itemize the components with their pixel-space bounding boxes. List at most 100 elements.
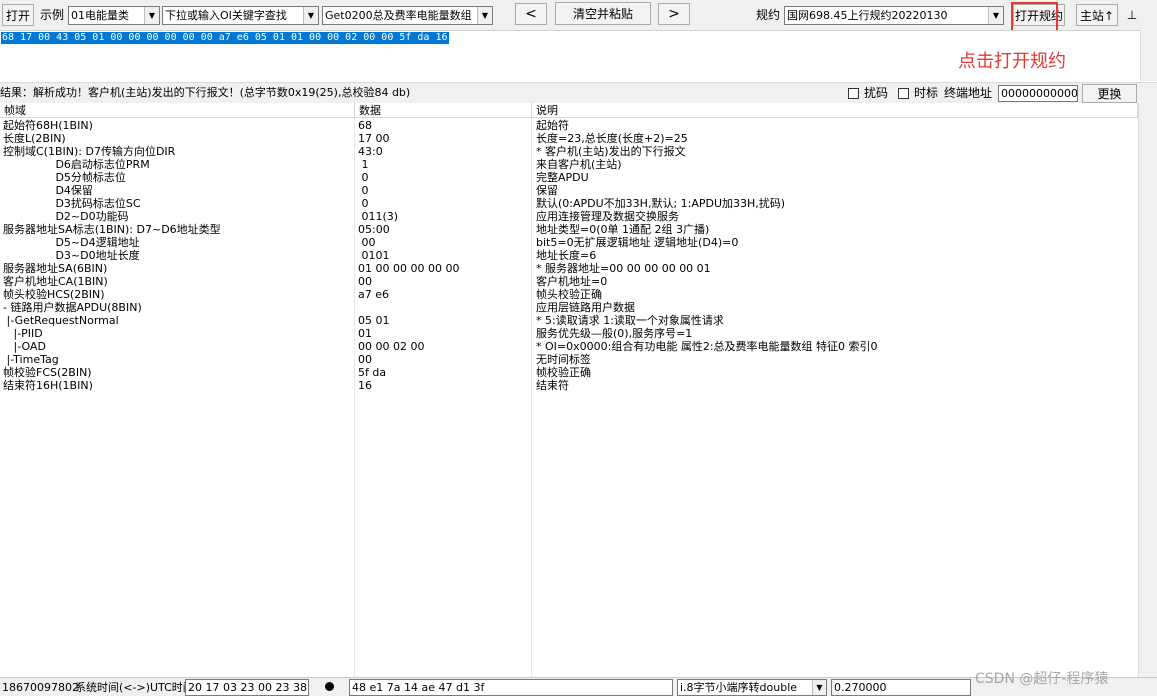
data-cell: 01 00 00 00 00 00 xyxy=(358,262,460,275)
highlight-box xyxy=(1011,2,1058,32)
field-cell: 起始符68H(1BIN) xyxy=(3,119,93,132)
desc-cell: 默认(0:APDU不加33H,默认; 1:APDU加33H,扰码) xyxy=(536,197,786,210)
table-row[interactable]: |-OAD 00 00 02 00 * OI=0x0000:组合有功电能 属性2:总… xyxy=(0,340,1138,353)
field-cell: D5分帧标志位 xyxy=(3,171,126,184)
data-cell: 01 xyxy=(358,327,372,340)
field-cell: D4保留 xyxy=(3,184,93,197)
data-cell: 0 xyxy=(358,184,369,197)
table-row[interactable]: |-TimeTag 00 无时间标签 xyxy=(0,353,1138,366)
parse-table: 帧域 数据 说明 起始符68H(1BIN) 68 起始符 长度L(2BIN) 17 00… xyxy=(0,103,1138,677)
interference-label: 扰码 xyxy=(864,86,889,100)
table-row[interactable]: 服务器地址SA(6BIN) 01 00 00 00 00 00 * 服务器地址=00… xyxy=(0,262,1138,275)
data-cell: 17 00 xyxy=(358,132,390,145)
field-cell: 结束符16H(1BIN) xyxy=(3,379,93,392)
data-cell: 05 01 xyxy=(358,314,390,327)
table-body: 起始符68H(1BIN) 68 起始符 长度L(2BIN) 17 00 长度=23,总长度… xyxy=(0,119,1138,392)
table-row[interactable]: 服务器地址SA标志(1BIN): D7~D6地址类型 05:00 地址类型=0(0单… xyxy=(0,223,1138,236)
column-header-data[interactable]: 数据 xyxy=(355,103,532,118)
pin-button[interactable]: ⊥ xyxy=(1124,4,1140,26)
desc-cell: * OI=0x0000:组合有功电能 属性2:总及费率电能量数组 特征0 索引0 xyxy=(536,340,878,353)
protocol-select[interactable]: 国网698.45上行规约20220130 ▼ xyxy=(784,6,1004,25)
data-cell: 5f da xyxy=(358,366,387,379)
hex-selected-text[interactable]: 68 17 00 43 05 01 00 00 00 00 00 00 a7 e… xyxy=(1,32,449,44)
interference-checkbox[interactable] xyxy=(848,88,859,99)
table-row[interactable]: 结束符16H(1BIN) 16 结束符 xyxy=(0,379,1138,392)
record-icon[interactable] xyxy=(325,682,334,691)
desc-cell: * 5:读取请求 1:读取一个对象属性请求 xyxy=(536,314,724,327)
data-cell: 16 xyxy=(358,379,372,392)
result-value-input[interactable]: 0.270000 xyxy=(831,679,971,696)
data-cell: 00 xyxy=(358,353,372,366)
desc-cell: 客户机地址=0 xyxy=(536,275,608,288)
prev-button[interactable]: < xyxy=(515,3,547,25)
time-input[interactable]: 20 17 03 23 00 23 38 xyxy=(185,679,309,696)
table-row[interactable]: - 链路用户数据APDU(8BIN) 应用层链路用户数据 xyxy=(0,301,1138,314)
data-cell: 0 xyxy=(358,171,369,184)
desc-cell: 长度=23,总长度(长度+2)=25 xyxy=(536,132,688,145)
data-cell: 011(3) xyxy=(358,210,399,223)
table-row[interactable]: 帧校验FCS(2BIN) 5f da 帧校验正确 xyxy=(0,366,1138,379)
table-row[interactable]: D2~D0功能码 011(3) 应用连接管理及数据交换服务 xyxy=(0,210,1138,223)
table-row[interactable]: D3扰码标志位SC 0 默认(0:APDU不加33H,默认; 1:APDU加33H… xyxy=(0,197,1138,210)
table-row[interactable]: D4保留 0 保留 xyxy=(0,184,1138,197)
column-header-desc[interactable]: 说明 xyxy=(532,103,1138,118)
open-button[interactable]: 打开 xyxy=(2,4,34,26)
table-scrollbar[interactable] xyxy=(1138,103,1157,677)
desc-cell: 来自客户机(主站) xyxy=(536,158,622,171)
chevron-down-icon: ▼ xyxy=(988,7,1003,24)
table-row[interactable]: |-GetRequestNormal 05 01 * 5:读取请求 1:读取一个对象… xyxy=(0,314,1138,327)
field-cell: D3扰码标志位SC xyxy=(3,197,141,210)
table-row[interactable]: D5~D4逻辑地址 00 bit5=0无扩展逻辑地址 逻辑地址(D4)=0 xyxy=(0,236,1138,249)
table-row[interactable]: 起始符68H(1BIN) 68 起始符 xyxy=(0,119,1138,132)
table-header: 帧域 数据 说明 xyxy=(0,103,1138,118)
master-button[interactable]: 主站↑ xyxy=(1076,4,1118,26)
field-cell: 帧校验FCS(2BIN) xyxy=(3,366,92,379)
example-select[interactable]: 01电能量类 ▼ xyxy=(68,6,160,25)
convert-select[interactable]: i.8字节小端序转double ▼ xyxy=(677,679,827,696)
data-cell: 43:0 xyxy=(358,145,383,158)
table-row[interactable]: 客户机地址CA(1BIN) 00 客户机地址=0 xyxy=(0,275,1138,288)
time-label: 系统时间(<->)UTC时间 xyxy=(75,681,194,694)
data-cell: 00 00 02 00 xyxy=(358,340,425,353)
desc-cell: 帧头校验正确 xyxy=(536,288,602,301)
toolbar: 打开 示例 01电能量类 ▼ 下拉或输入OI关键字查找 ▼ Get0200总及费率电… xyxy=(0,0,1157,30)
data-cell: 0 xyxy=(358,197,369,210)
table-row[interactable]: D6启动标志位PRM 1 来自客户机(主站) xyxy=(0,158,1138,171)
hex-value-input[interactable]: 48 e1 7a 14 ae 47 d1 3f xyxy=(349,679,673,696)
example-label: 示例 xyxy=(40,8,65,22)
hex-scrollbar[interactable] xyxy=(1140,30,1157,81)
data-cell: 00 xyxy=(358,236,376,249)
next-button[interactable]: > xyxy=(658,3,690,25)
desc-cell: 地址类型=0(0单 1通配 2组 3广播) xyxy=(536,223,710,236)
protocol-label: 规约 xyxy=(756,8,781,22)
timestamp-checkbox[interactable] xyxy=(898,88,909,99)
column-header-field[interactable]: 帧域 xyxy=(0,103,355,118)
desc-cell: 无时间标签 xyxy=(536,353,591,366)
terminal-addr-input[interactable]: 000000000001 xyxy=(998,85,1078,102)
field-cell: - 链路用户数据APDU(8BIN) xyxy=(3,301,142,314)
data-cell xyxy=(358,301,528,314)
table-row[interactable]: 长度L(2BIN) 17 00 长度=23,总长度(长度+2)=25 xyxy=(0,132,1138,145)
field-cell: 服务器地址SA标志(1BIN): D7~D6地址类型 xyxy=(3,223,221,236)
desc-cell: 保留 xyxy=(536,184,558,197)
search-select[interactable]: 下拉或输入OI关键字查找 ▼ xyxy=(162,6,319,25)
table-row[interactable]: D5分帧标志位 0 完整APDU xyxy=(0,171,1138,184)
table-row[interactable]: 控制域C(1BIN): D7传输方向位DIR 43:0 * 客户机(主站)发出的下行… xyxy=(0,145,1138,158)
clear-paste-button[interactable]: 清空并粘贴 xyxy=(555,2,651,25)
desc-cell: 完整APDU xyxy=(536,171,589,184)
table-row[interactable]: 帧头校验HCS(2BIN) a7 e6 帧头校验正确 xyxy=(0,288,1138,301)
annotation-text: 点击打开规约 xyxy=(958,51,1066,72)
change-button[interactable]: 更换 xyxy=(1082,84,1137,103)
desc-cell: 起始符 xyxy=(536,119,569,132)
table-row[interactable]: |-PIID 01 服务优先级—般(0),服务序号=1 xyxy=(0,327,1138,340)
phone-text: 18670097802 xyxy=(2,681,79,694)
message-select[interactable]: Get0200总及费率电能量数组 ▼ xyxy=(322,6,493,25)
field-cell: 服务器地址SA(6BIN) xyxy=(3,262,108,275)
field-cell: |-TimeTag xyxy=(3,353,59,366)
field-cell: 长度L(2BIN) xyxy=(3,132,66,145)
table-row[interactable]: D3~D0地址长度 0101 地址长度=6 xyxy=(0,249,1138,262)
field-cell: |-PIID xyxy=(3,327,43,340)
field-cell: D5~D4逻辑地址 xyxy=(3,236,140,249)
desc-cell: 服务优先级—般(0),服务序号=1 xyxy=(536,327,693,340)
field-cell: 控制域C(1BIN): D7传输方向位DIR xyxy=(3,145,176,158)
